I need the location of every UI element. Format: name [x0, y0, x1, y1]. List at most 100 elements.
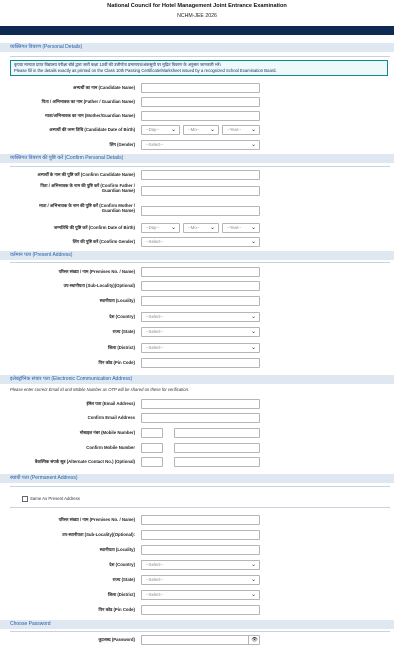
confirm-mobile-label: Confirm Mobile Number: [86, 445, 135, 450]
confirm-mother-label: माता / अभिभावक के नाम की पुष्टि करें (Co…: [39, 203, 135, 213]
father-name-label: पिता / अभिभावक का नाम (Father / Guardian…: [41, 99, 135, 104]
present-locality-input[interactable]: [141, 296, 260, 306]
permanent-pincode-input[interactable]: [141, 605, 260, 615]
same-as-present-checkbox[interactable]: [22, 496, 28, 502]
gender-value: --Select--: [146, 142, 164, 147]
section-personal-details: व्यक्तिगत विवरण (Personal Details): [0, 43, 394, 52]
confirm-mobile-input[interactable]: [174, 443, 260, 453]
candidate-name-label: अभ्यर्थी का नाम (Candidate Name): [72, 85, 135, 90]
present-district-select[interactable]: --Select-- ⌄: [141, 343, 260, 353]
chevron-down-icon: ⌄: [250, 239, 256, 245]
present-state-value: --Select--: [146, 329, 164, 334]
permanent-state-label: राज्य (State): [112, 577, 135, 582]
dob-day-select[interactable]: --Day-- ⌄: [141, 125, 180, 135]
section-confirm-personal-details: व्यक्तिगत विवरण की पुष्टि करें (Confirm …: [0, 154, 394, 163]
permanent-locality-input[interactable]: [141, 545, 260, 555]
confirm-day-value: --Day--: [146, 225, 160, 230]
chevron-down-icon: ⌄: [250, 142, 256, 148]
chevron-down-icon: ⌄: [209, 127, 215, 133]
alternate-contact-input[interactable]: [174, 457, 260, 467]
note-english: Please fill in the details exactly as pr…: [14, 68, 277, 73]
chevron-down-icon: ⌄: [209, 225, 215, 231]
mother-name-input[interactable]: [141, 111, 260, 121]
email-input[interactable]: [141, 399, 260, 409]
password-label: कूटशब्द (Password): [98, 637, 135, 642]
password-input[interactable]: [141, 635, 260, 645]
instruction-note: कृपया मान्यता प्राप्त विद्यालय परीक्षा ब…: [10, 60, 388, 76]
present-district-label: जिला (District): [107, 345, 135, 350]
present-country-label: देश (Country): [109, 314, 135, 319]
confirm-gender-label: लिंग की पुष्टि करें (Confirm Gender): [72, 239, 135, 244]
confirm-gender-value: --Select--: [146, 239, 164, 244]
confirm-name-input[interactable]: [141, 170, 260, 180]
same-as-present-label: Same As Present Address: [30, 496, 80, 501]
mobile-input[interactable]: [174, 428, 260, 438]
alternate-code-input[interactable]: [141, 457, 163, 467]
confirm-dob-day-select[interactable]: --Day-- ⌄: [141, 223, 180, 233]
section-choose-password: Choose Password: [0, 620, 394, 629]
page-header: National Council for Hotel Management Jo…: [0, 0, 394, 26]
confirm-dob-year-select[interactable]: --Year-- ⌄: [222, 223, 260, 233]
mobile-label: मोबाइल नंबर (Mobile Number): [79, 430, 135, 435]
divider: [10, 631, 390, 632]
chevron-down-icon: ⌄: [170, 225, 176, 231]
present-premises-input[interactable]: [141, 267, 260, 277]
dob-month-value: --Mo--: [188, 127, 200, 132]
present-sublocality-input[interactable]: [141, 281, 260, 291]
divider: [10, 56, 390, 57]
email-label: ईमेल पता (Email Address): [86, 401, 135, 406]
mother-name-label: माता/अभिभावक का नाम (Mother/Guardian Nam…: [45, 113, 135, 118]
confirm-name-label: अभ्यर्थी के नाम की पुष्टि करें (Confirm …: [37, 172, 135, 177]
father-name-input[interactable]: [141, 97, 260, 107]
present-country-value: --Select--: [146, 314, 164, 319]
permanent-district-select[interactable]: --Select-- ⌄: [141, 590, 260, 600]
permanent-country-select[interactable]: --Select-- ⌄: [141, 560, 260, 570]
confirm-mother-input[interactable]: [141, 206, 260, 216]
divider: [10, 507, 390, 508]
present-locality-label: स्थानीयता (Locality): [99, 298, 135, 303]
otp-info-text: Please enter correct Email Id and Mobile…: [10, 387, 190, 392]
present-country-select[interactable]: --Select-- ⌄: [141, 312, 260, 322]
present-state-select[interactable]: --Select-- ⌄: [141, 327, 260, 337]
present-pincode-input[interactable]: [141, 358, 260, 368]
permanent-state-value: --Select--: [146, 577, 164, 582]
confirm-year-value: --Year--: [227, 225, 242, 230]
confirm-father-input[interactable]: [141, 186, 260, 196]
chevron-down-icon: ⌄: [250, 592, 256, 598]
dob-month-select[interactable]: --Mo-- ⌄: [183, 125, 219, 135]
permanent-sublocality-label: उप-स्थानीयता (Sub-Locality)(Optional):: [62, 532, 135, 537]
confirm-email-input[interactable]: [141, 413, 260, 423]
chevron-down-icon: ⌄: [250, 562, 256, 568]
permanent-district-value: --Select--: [146, 592, 164, 597]
permanent-premises-input[interactable]: [141, 515, 260, 525]
present-sublocality-label: उप-स्थानीयता (Sub-Locality)(Optional): [63, 283, 135, 288]
present-state-label: राज्य (State): [112, 329, 135, 334]
present-pincode-label: पिन कोड (Pin Code): [98, 360, 135, 365]
chevron-down-icon: ⌄: [250, 127, 256, 133]
confirm-mobile-code-input[interactable]: [141, 443, 163, 453]
page-subtitle: NCHM-JEE 2026: [177, 13, 217, 19]
confirm-month-value: --Mo--: [188, 225, 200, 230]
eye-icon[interactable]: 👁: [248, 636, 260, 644]
permanent-state-select[interactable]: --Select-- ⌄: [141, 575, 260, 585]
mobile-country-code-input[interactable]: [141, 428, 163, 438]
candidate-name-input[interactable]: [141, 83, 260, 93]
permanent-premises-label: परिसर संख्या / नाम (Premises No. / Name): [58, 517, 135, 522]
dob-year-value: --Year--: [227, 127, 242, 132]
present-district-value: --Select--: [146, 345, 164, 350]
confirm-gender-select[interactable]: --Select-- ⌄: [141, 237, 260, 247]
top-nav-bar: [0, 26, 394, 35]
section-permanent-address: स्थायी पता (Permanent Address): [0, 474, 394, 483]
page-title: National Council for Hotel Management Jo…: [107, 3, 287, 9]
chevron-down-icon: ⌄: [250, 314, 256, 320]
present-premises-label: परिसर संख्या / नाम (Premises No. / Name): [58, 269, 135, 274]
permanent-sublocality-input[interactable]: [141, 530, 260, 540]
gender-select[interactable]: --Select-- ⌄: [141, 140, 260, 150]
confirm-father-label: पिता / अभिभावक के नाम की पुष्टि करें (Co…: [40, 183, 135, 193]
dob-year-select[interactable]: --Year-- ⌄: [222, 125, 260, 135]
permanent-locality-label: स्थानीयता (Locality): [99, 547, 135, 552]
confirm-dob-month-select[interactable]: --Mo-- ⌄: [183, 223, 219, 233]
chevron-down-icon: ⌄: [250, 577, 256, 583]
chevron-down-icon: ⌄: [250, 225, 256, 231]
permanent-country-label: देश (Country): [109, 562, 135, 567]
